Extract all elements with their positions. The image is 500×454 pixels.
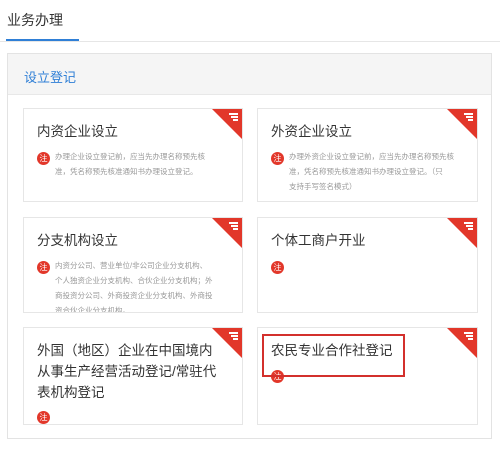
menu-lines-icon xyxy=(463,332,473,340)
note-badge: 注 xyxy=(37,152,50,165)
card-title: 分支机构设立 xyxy=(37,233,118,248)
note-badge: 注 xyxy=(271,152,284,165)
menu-lines-icon xyxy=(463,222,473,230)
note-badge: 注 xyxy=(271,261,284,274)
menu-lines-icon xyxy=(463,113,473,121)
card-description: 内资分公司、营业单位/非公司企业分支机构、 个人独资企业分支机构、合伙企业分支机… xyxy=(55,261,213,313)
card-description: 办理外资企业设立登记前，应当先办理名称预先核 准，凭名称预先核准通知书办理设立登… xyxy=(289,152,454,191)
card-title: 外国（地区）企业在中国境内从事生产经营活动登记/常驻代表机构登记 xyxy=(37,343,217,400)
panel-header: 设立登记 xyxy=(8,54,491,95)
card-foreign-operations[interactable]: 外国（地区）企业在中国境内从事生产经营活动登记/常驻代表机构登记 注 xyxy=(23,327,243,425)
menu-lines-icon xyxy=(228,113,238,121)
card-individual-business[interactable]: 个体工商户开业 注 xyxy=(257,217,478,313)
note-badge: 注 xyxy=(37,411,50,424)
menu-lines-icon xyxy=(228,222,238,230)
card-foreign-enterprise[interactable]: 外资企业设立 注 办理外资企业设立登记前，应当先办理名称预先核 准，凭名称预先核… xyxy=(257,108,478,202)
tab-business-handling[interactable]: 业务办理 xyxy=(7,10,63,40)
tab-active-indicator xyxy=(6,39,79,41)
card-title: 内资企业设立 xyxy=(37,124,118,139)
card-title: 外资企业设立 xyxy=(271,124,352,139)
card-domestic-enterprise[interactable]: 内资企业设立 注 办理企业设立登记前，应当先办理名称预先核 准，凭名称预先核准通… xyxy=(23,108,243,202)
tab-bar: 业务办理 xyxy=(0,0,500,42)
card-title: 个体工商户开业 xyxy=(271,233,366,248)
menu-lines-icon xyxy=(228,332,238,340)
note-badge: 注 xyxy=(37,261,50,274)
panel-title: 设立登记 xyxy=(24,70,77,85)
highlight-annotation xyxy=(262,334,405,377)
card-description: 办理企业设立登记前，应当先办理名称预先核 准，凭名称预先核准通知书办理设立登记。 xyxy=(55,152,205,176)
card-branch-establishment[interactable]: 分支机构设立 注 内资分公司、营业单位/非公司企业分支机构、 个人独资企业分支机… xyxy=(23,217,243,313)
